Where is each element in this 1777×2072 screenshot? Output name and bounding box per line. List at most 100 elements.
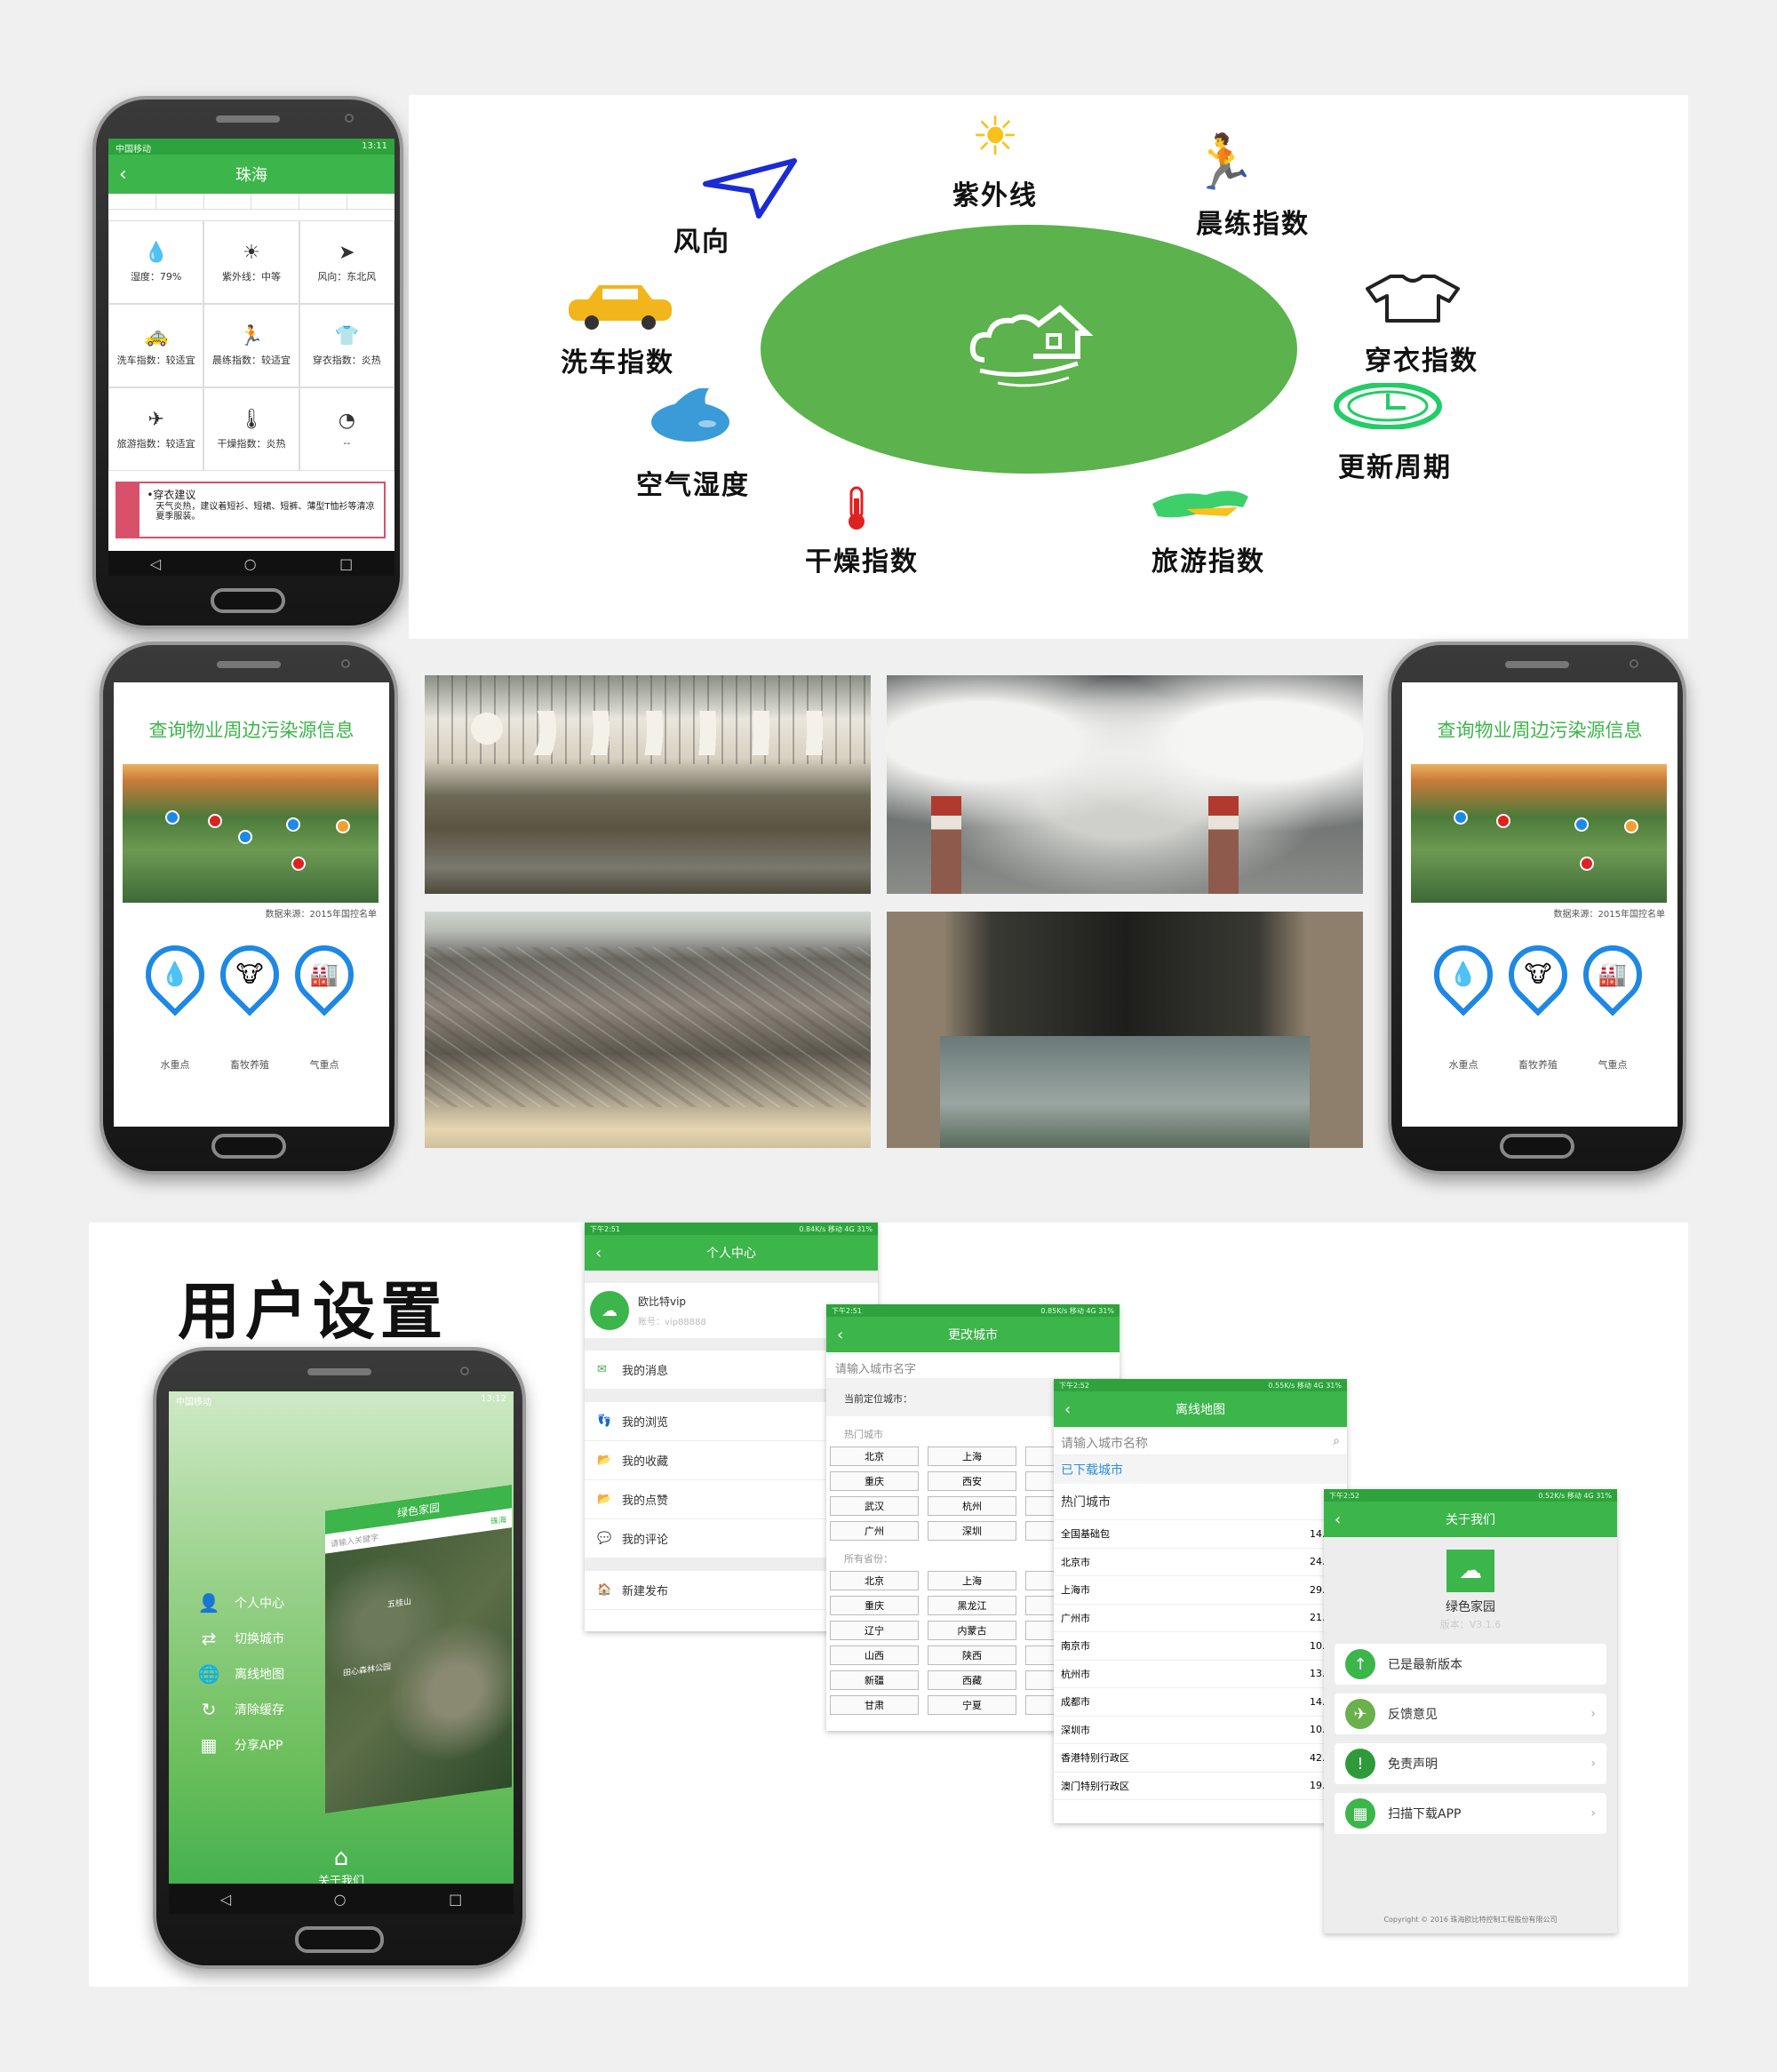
pollution-title: 查询物业周边污染源信息 (148, 720, 355, 741)
city-option[interactable]: 辽宁 (830, 1621, 919, 1640)
nav-recent-icon[interactable]: □ (339, 555, 353, 572)
back-icon[interactable]: ‹ (119, 163, 127, 186)
screen-about: 下午2:52 0.52K/s 移动 4G 31% ‹ 关于我们 ☁ 绿色家园 版本：… (1324, 1489, 1617, 1933)
back-icon[interactable]: ‹ (837, 1326, 843, 1344)
pin-label-livestock: 畜牧养殖 (1518, 1059, 1558, 1071)
city-package-row[interactable]: 南京市10.6M (1054, 1632, 1347, 1661)
city-option[interactable]: 深圳 (928, 1521, 1016, 1541)
city-option[interactable]: 杭州 (928, 1496, 1016, 1516)
menu-label: 我的评论 (622, 1534, 669, 1547)
city-name: 南京市 (1061, 1640, 1090, 1653)
city-package-row[interactable]: 北京市24.3M (1054, 1549, 1347, 1576)
about-row[interactable]: ▦ 扫描下载APP › (1335, 1793, 1606, 1834)
city-option[interactable]: 重庆 (830, 1471, 919, 1491)
home-button[interactable] (295, 1926, 384, 1953)
search-icon[interactable]: ⌕ (1333, 1434, 1340, 1448)
about-link[interactable]: ⌂ 关于我们 (169, 1845, 514, 1888)
index-text: 洗车指数：较适宜 (116, 354, 195, 366)
title: 个人中心 (706, 1247, 756, 1261)
about-row[interactable]: ↑ 已是最新版本 (1335, 1644, 1606, 1685)
city-option[interactable]: 上海 (928, 1446, 1016, 1466)
page-title: 珠海 (235, 166, 267, 185)
index-cell[interactable]: ◔ -- (299, 387, 394, 471)
city-option[interactable]: 新疆 (830, 1670, 919, 1690)
city-option[interactable]: 山西 (830, 1646, 919, 1665)
city-package-row[interactable]: 深圳市10.4M (1054, 1717, 1347, 1744)
index-cell[interactable]: 💧 湿度：79% (108, 220, 204, 304)
home-button[interactable] (211, 1134, 286, 1159)
index-text: 穿衣指数：炎热 (312, 354, 381, 366)
city-option[interactable]: 北京 (830, 1571, 919, 1590)
nav-home-icon[interactable]: ○ (334, 1891, 347, 1908)
home-button[interactable] (1500, 1134, 1574, 1159)
city-option[interactable]: 重庆 (830, 1596, 919, 1615)
offline-search-input[interactable]: 请输入城市名称 ⌕ (1054, 1427, 1347, 1455)
menu-item[interactable]: ↻ 清除缓存 (195, 1699, 284, 1720)
home-button[interactable] (211, 588, 285, 613)
pin-water[interactable]: 💧 (1422, 933, 1505, 1016)
phone-pollution-left: 查询物业周边污染源信息 数据来源：2015年国控名单 💧 🐮 🏭 水重点 畜牧养… (100, 642, 398, 1175)
nav-home-icon[interactable]: ○ (244, 555, 257, 572)
header: ‹ 离线地图 (1054, 1391, 1347, 1427)
pin-factory[interactable]: 🏭 (283, 933, 366, 1016)
menu-item[interactable]: ▦ 分享APP (195, 1734, 283, 1756)
index-cell[interactable]: 🚕 洗车指数：较适宜 (108, 304, 204, 387)
nav-back-icon[interactable]: ◁ (150, 555, 161, 572)
city-package-row[interactable]: 全国基础包14.2M (1054, 1520, 1347, 1549)
about-row[interactable]: ✈ 反馈意见 › (1335, 1693, 1606, 1734)
city-option[interactable]: 黑龙江 (928, 1596, 1016, 1615)
city-package-row[interactable]: 香港特别行政区42.2M (1054, 1744, 1347, 1773)
aerial-map-image (1411, 764, 1667, 903)
city-option[interactable]: 甘肃 (830, 1695, 919, 1715)
about-row[interactable]: ! 免责声明 › (1335, 1743, 1606, 1784)
city-option[interactable]: 广州 (830, 1521, 919, 1541)
index-cell[interactable]: ➤ 风向：东北风 (299, 220, 394, 304)
index-cell[interactable]: 👕 穿衣指数：炎热 (299, 304, 394, 387)
city-name: 深圳市 (1061, 1724, 1090, 1736)
index-cell[interactable]: 🌡 干燥指数：炎热 (203, 387, 299, 471)
city-option[interactable]: 陕西 (928, 1646, 1016, 1665)
pin-water[interactable]: 💧 (133, 933, 217, 1016)
pin-livestock[interactable]: 🐮 (208, 933, 291, 1016)
city-package-row[interactable]: 广州市21.5M (1054, 1605, 1347, 1632)
city-option[interactable]: 上海 (928, 1571, 1016, 1590)
city-option[interactable]: 西安 (928, 1471, 1016, 1491)
status-net: 0.85K/s 移动 4G 31% (1040, 1307, 1114, 1315)
pin-label-water: 水重点 (1448, 1059, 1478, 1071)
status-time: 13:11 (362, 141, 387, 151)
menu-label: 分享APP (235, 1739, 283, 1753)
menu-label: 个人中心 (235, 1597, 284, 1611)
city-option[interactable]: 北京 (830, 1446, 919, 1466)
index-cell[interactable]: 🏃 晨练指数：较适宜 (203, 304, 299, 387)
nav-recent-icon[interactable]: □ (449, 1891, 462, 1908)
downloaded-tab[interactable]: 已下载城市 (1054, 1455, 1347, 1484)
city-search-input[interactable]: 请输入城市名字 (826, 1352, 1120, 1379)
city-package-row[interactable]: 上海市29.6M (1054, 1576, 1347, 1605)
back-icon[interactable]: ‹ (595, 1244, 602, 1263)
menu-item[interactable]: ⇄ 切换城市 (195, 1628, 284, 1649)
index-cell[interactable]: ☀ 紫外线：中等 (203, 220, 299, 304)
city-option[interactable]: 西藏 (928, 1670, 1016, 1690)
city-option[interactable]: 宁夏 (928, 1695, 1016, 1715)
city-option[interactable]: 武汉 (830, 1496, 919, 1516)
city-package-row[interactable]: 成都市14.1M (1054, 1688, 1347, 1717)
camera (1630, 659, 1638, 668)
pin-livestock[interactable]: 🐮 (1496, 933, 1580, 1016)
message-icon: ✉ (597, 1363, 607, 1376)
city-name: 成都市 (1061, 1696, 1090, 1709)
city-package-row[interactable]: 澳门特别行政区19.1M (1054, 1773, 1347, 1800)
header: ‹ 关于我们 (1324, 1502, 1617, 1537)
city-package-row[interactable]: 杭州市13.4M (1054, 1661, 1347, 1688)
menu-item[interactable]: 👤 个人中心 (195, 1592, 284, 1614)
nav-back-icon[interactable]: ◁ (220, 1891, 231, 1908)
menu-item[interactable]: 🌐 离线地图 (195, 1663, 284, 1685)
index-cell[interactable]: ✈ 旅游指数：较适宜 (108, 387, 204, 471)
city-name: 香港特别行政区 (1061, 1752, 1129, 1765)
back-icon[interactable]: ‹ (1064, 1400, 1071, 1419)
pin-factory[interactable]: 🏭 (1571, 933, 1654, 1016)
back-icon[interactable]: ‹ (1335, 1510, 1341, 1529)
header: ‹ 个人中心 (585, 1235, 878, 1271)
city-option[interactable]: 内蒙古 (928, 1621, 1016, 1640)
city-name: 广州市 (1061, 1612, 1090, 1624)
status-bar: 下午2:51 0.84K/s 移动 4G 31% (585, 1223, 878, 1235)
